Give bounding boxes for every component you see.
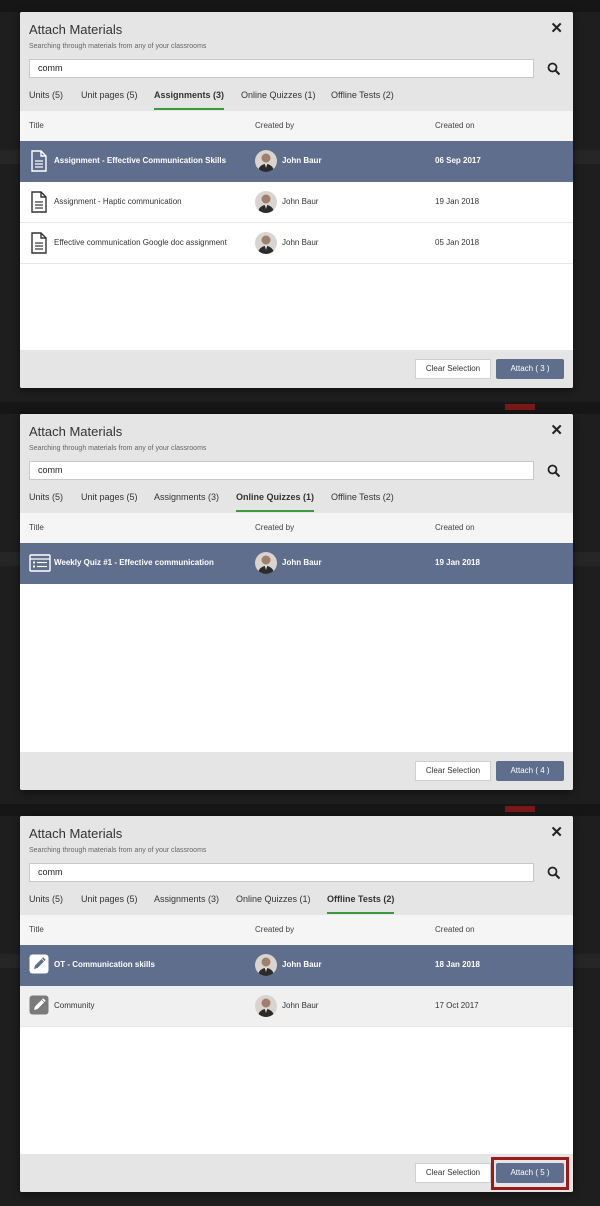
modal-footer: Clear Selection Attach ( 4 )	[20, 752, 573, 790]
tab-assignments[interactable]: Assignments (3)	[154, 891, 219, 912]
document-icon	[29, 232, 49, 254]
creator-name: John Baur	[282, 558, 322, 567]
table-header: Title Created by Created on	[20, 915, 573, 946]
attach-button[interactable]: Attach ( 5 )	[496, 1163, 564, 1183]
avatar	[255, 232, 277, 254]
attach-materials-modal: Attach Materials ✕ Searching through mat…	[20, 414, 573, 790]
search-icon[interactable]	[547, 866, 561, 880]
material-title: OT - Communication skills	[54, 960, 155, 969]
clear-selection-button[interactable]: Clear Selection	[415, 1163, 491, 1183]
tab-unit-pages[interactable]: Unit pages (5)	[81, 891, 138, 912]
table-row[interactable]: Weekly Quiz #1 - Effective communication…	[20, 543, 573, 584]
avatar	[255, 954, 277, 976]
search-scope-hint: Searching through materials from any of …	[29, 847, 207, 854]
background-accent	[505, 404, 535, 410]
background-accent	[505, 806, 535, 812]
column-created-by: Created by	[255, 925, 295, 934]
creator-name: John Baur	[282, 156, 322, 165]
modal-header: Attach Materials ✕ Searching through mat…	[20, 414, 573, 525]
close-icon[interactable]: ✕	[550, 21, 563, 36]
tab-offline-tests[interactable]: Offline Tests (2)	[331, 87, 394, 108]
materials-list: OT - Communication skills John Baur 18 J…	[20, 945, 573, 1027]
creator-name: John Baur	[282, 960, 322, 969]
tab-units[interactable]: Units (5)	[29, 489, 63, 510]
table-row[interactable]: Community John Baur 17 Oct 2017	[20, 986, 573, 1027]
close-icon[interactable]: ✕	[550, 423, 563, 438]
document-icon	[29, 150, 49, 172]
search-icon[interactable]	[547, 62, 561, 76]
modal-title: Attach Materials	[29, 22, 123, 37]
close-icon[interactable]: ✕	[550, 825, 563, 840]
search-scope-hint: Searching through materials from any of …	[29, 445, 207, 452]
modal-header: Attach Materials ✕ Searching through mat…	[20, 12, 573, 123]
created-date: 06 Sep 2017	[435, 156, 481, 165]
materials-list: Assignment - Effective Communication Ski…	[20, 141, 573, 264]
material-title: Assignment - Haptic communication	[54, 197, 182, 206]
search-input[interactable]: comm	[29, 461, 534, 480]
modal-title: Attach Materials	[29, 424, 123, 439]
tab-unit-pages[interactable]: Unit pages (5)	[81, 489, 138, 510]
created-date: 19 Jan 2018	[435, 558, 480, 567]
document-icon	[29, 191, 49, 213]
modal-header: Attach Materials ✕ Searching through mat…	[20, 816, 573, 927]
background-header-band	[0, 0, 600, 12]
table-header: Title Created by Created on	[20, 513, 573, 544]
avatar	[255, 150, 277, 172]
materials-list: Weekly Quiz #1 - Effective communication…	[20, 543, 573, 584]
search-input[interactable]: comm	[29, 59, 534, 78]
tab-online-quizzes[interactable]: Online Quizzes (1)	[241, 87, 316, 108]
table-header: Title Created by Created on	[20, 111, 573, 142]
avatar	[255, 552, 277, 574]
table-row[interactable]: Effective communication Google doc assig…	[20, 223, 573, 264]
attach-button[interactable]: Attach ( 3 )	[496, 359, 564, 379]
avatar	[255, 995, 277, 1017]
search-input[interactable]: comm	[29, 863, 534, 882]
column-created-on: Created on	[435, 925, 475, 934]
column-created-on: Created on	[435, 523, 475, 532]
clear-selection-button[interactable]: Clear Selection	[415, 359, 491, 379]
column-created-on: Created on	[435, 121, 475, 130]
table-row[interactable]: Assignment - Effective Communication Ski…	[20, 141, 573, 182]
created-date: 19 Jan 2018	[435, 197, 480, 206]
column-created-by: Created by	[255, 523, 295, 532]
tab-online-quizzes[interactable]: Online Quizzes (1)	[236, 891, 311, 912]
avatar	[255, 191, 277, 213]
material-title: Weekly Quiz #1 - Effective communication	[54, 558, 214, 567]
material-title: Community	[54, 1001, 95, 1010]
created-date: 17 Oct 2017	[435, 1001, 479, 1010]
table-row[interactable]: OT - Communication skills John Baur 18 J…	[20, 945, 573, 986]
modal-footer: Clear Selection Attach ( 3 )	[20, 350, 573, 388]
material-title: Assignment - Effective Communication Ski…	[54, 156, 227, 165]
created-date: 05 Jan 2018	[435, 238, 480, 247]
attach-materials-modal: Attach Materials ✕ Searching through mat…	[20, 816, 573, 1192]
creator-name: John Baur	[282, 238, 319, 247]
tab-offline-tests[interactable]: Offline Tests (2)	[331, 489, 394, 510]
column-title: Title	[29, 121, 44, 130]
tab-assignments[interactable]: Assignments (3)	[154, 489, 219, 510]
tab-unit-pages[interactable]: Unit pages (5)	[81, 87, 138, 108]
tab-units[interactable]: Units (5)	[29, 891, 63, 912]
clear-selection-button[interactable]: Clear Selection	[415, 761, 491, 781]
column-title: Title	[29, 523, 44, 532]
tab-assignments[interactable]: Assignments (3)	[154, 87, 225, 110]
modal-footer: Clear Selection Attach ( 5 )	[20, 1154, 573, 1192]
tab-online-quizzes[interactable]: Online Quizzes (1)	[236, 489, 315, 512]
pencil-icon	[29, 995, 49, 1017]
column-title: Title	[29, 925, 44, 934]
search-icon[interactable]	[547, 464, 561, 478]
column-created-by: Created by	[255, 121, 295, 130]
tab-units[interactable]: Units (5)	[29, 87, 63, 108]
attach-button[interactable]: Attach ( 4 )	[496, 761, 564, 781]
attach-materials-modal: Attach Materials ✕ Searching through mat…	[20, 12, 573, 388]
quiz-list-icon	[29, 552, 51, 574]
material-title: Effective communication Google doc assig…	[54, 238, 227, 247]
table-row[interactable]: Assignment - Haptic communication John B…	[20, 182, 573, 223]
creator-name: John Baur	[282, 1001, 319, 1010]
tab-offline-tests[interactable]: Offline Tests (2)	[327, 891, 395, 914]
creator-name: John Baur	[282, 197, 319, 206]
created-date: 18 Jan 2018	[435, 960, 480, 969]
pencil-icon	[29, 954, 49, 976]
modal-title: Attach Materials	[29, 826, 123, 841]
search-scope-hint: Searching through materials from any of …	[29, 43, 207, 50]
